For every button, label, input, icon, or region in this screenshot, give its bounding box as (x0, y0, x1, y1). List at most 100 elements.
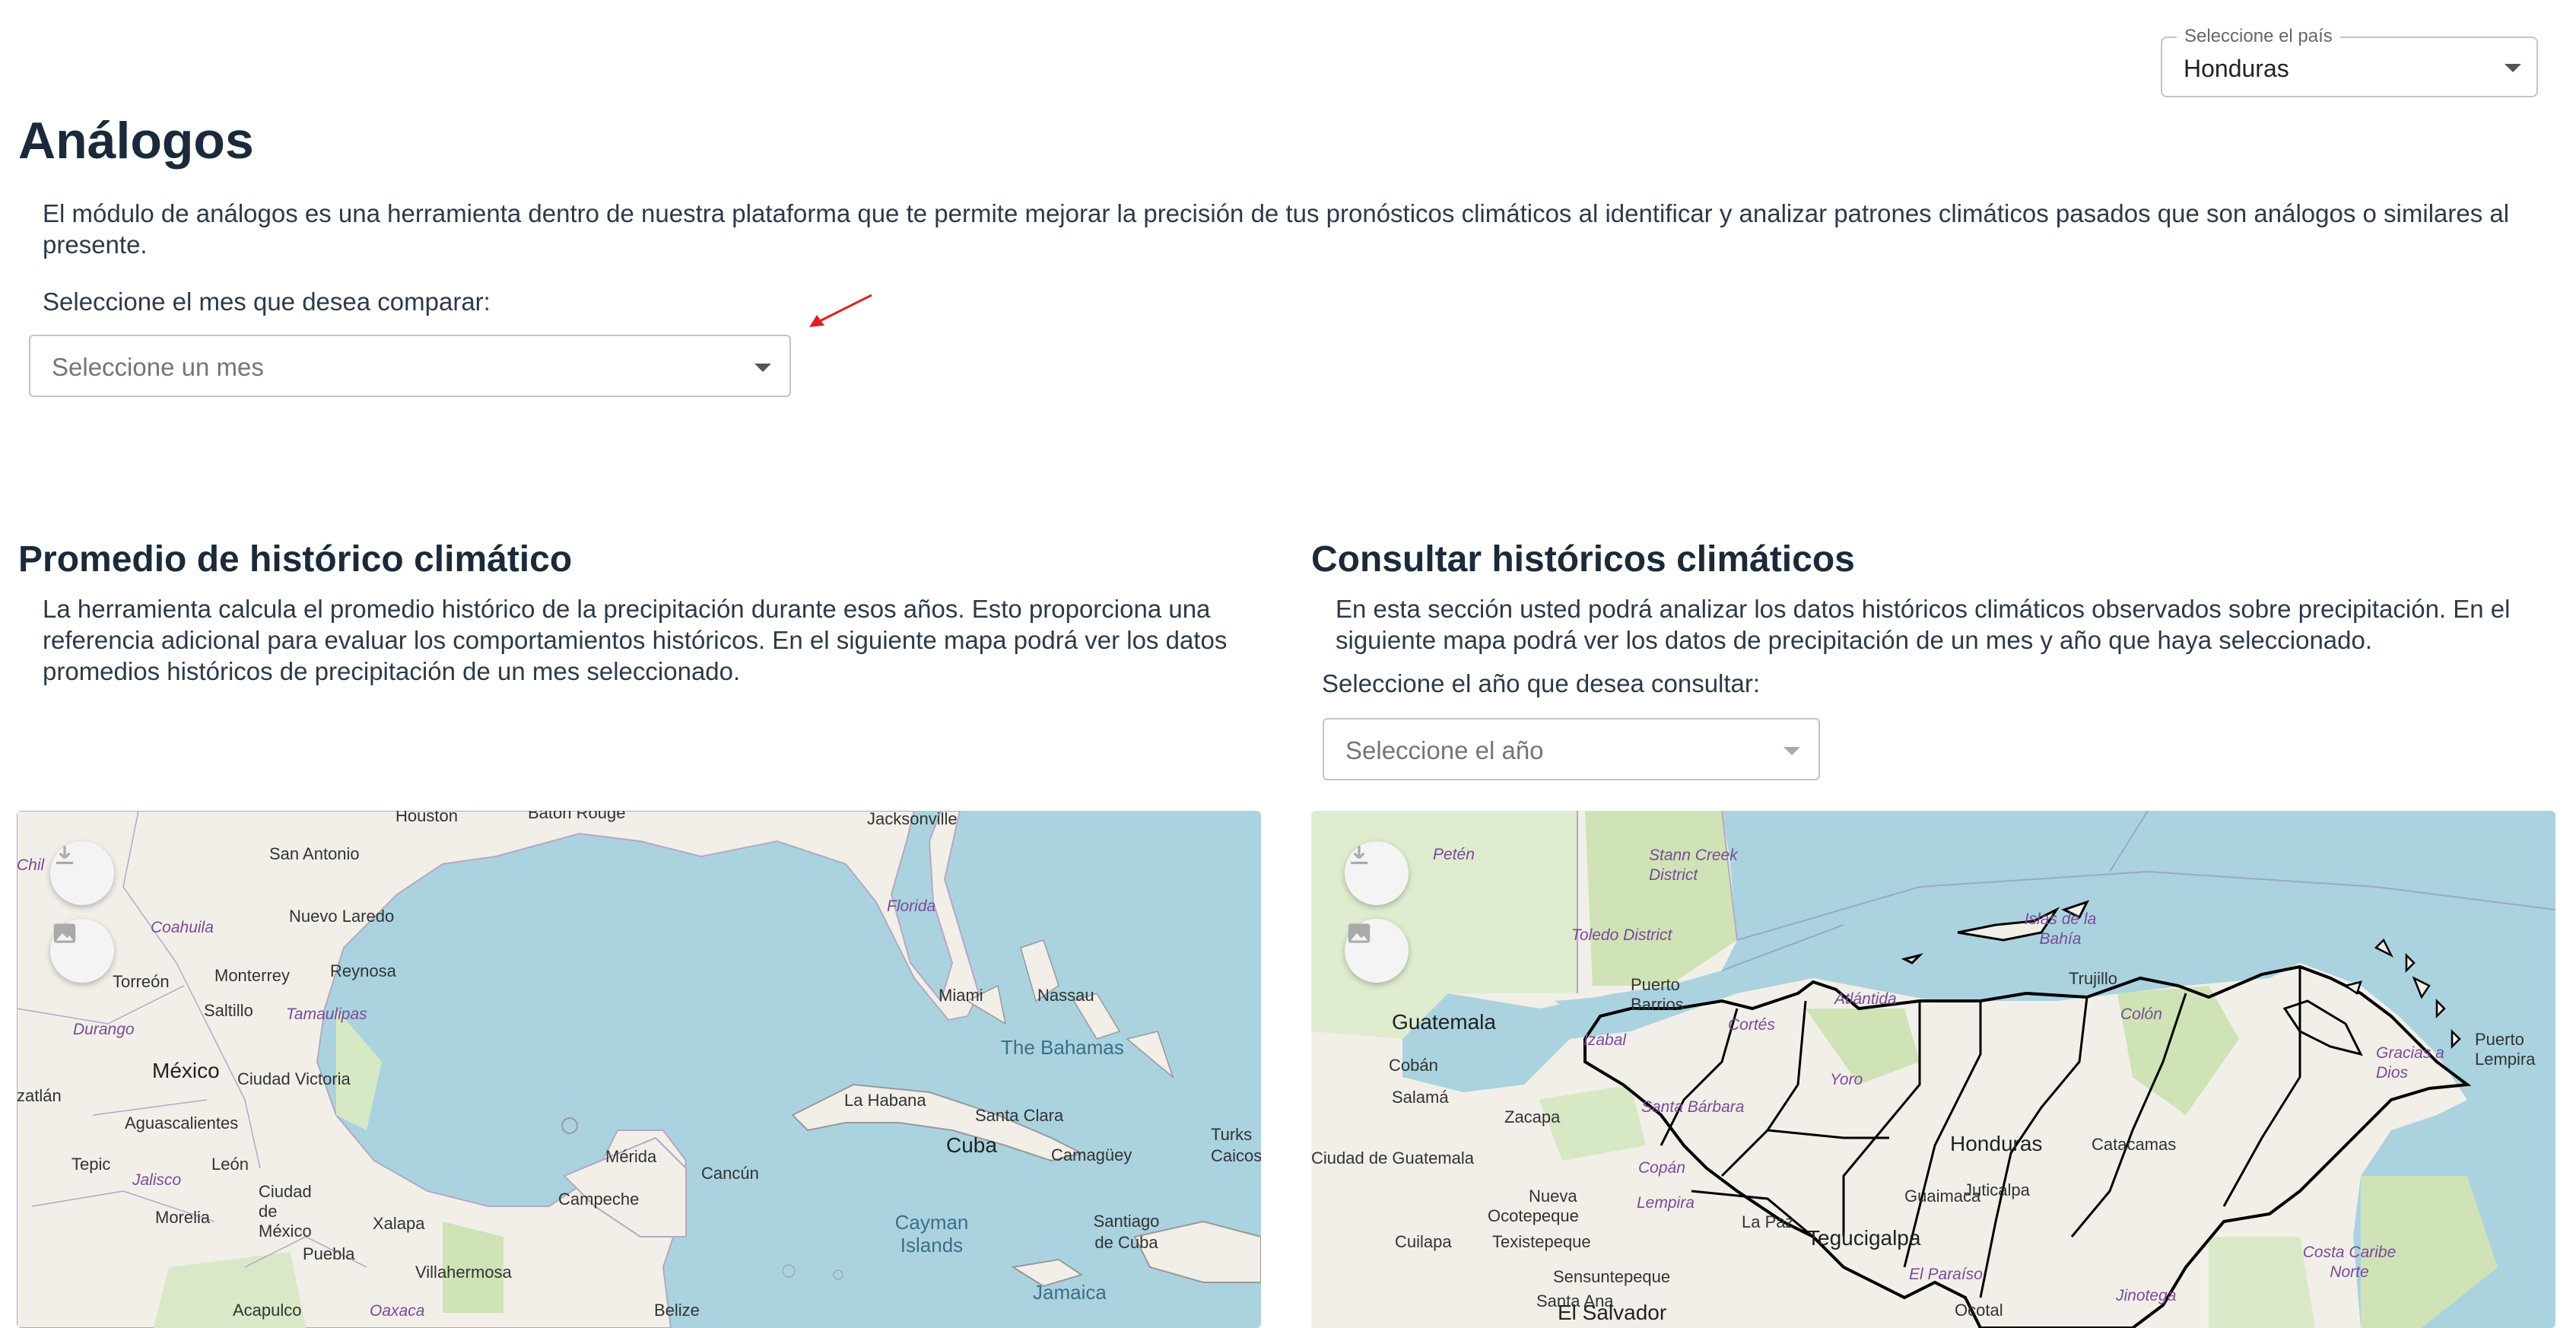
map-label: Ciudad de México (259, 1182, 312, 1241)
map-label: The Bahamas (1001, 1036, 1124, 1059)
month-select-label: Seleccione el mes que desea comparar: (43, 288, 491, 316)
map-label: Durango (73, 1021, 135, 1038)
map-label: Puerto Barrios (1631, 975, 1684, 1014)
map-label: Mérida (605, 1147, 657, 1166)
map-label: Ciudad de Guatemala (1311, 1148, 1475, 1168)
download-button[interactable] (50, 841, 114, 905)
map-label: Jamaica (1033, 1281, 1107, 1304)
image-icon (53, 923, 76, 943)
map-label: Catacamas (2092, 1135, 2177, 1154)
map-label: Tegucigalpa (1807, 1226, 1921, 1250)
map-label: Texistepeque (1492, 1232, 1591, 1251)
download-icon (1350, 846, 1368, 865)
map-label: Aguascalientes (125, 1114, 239, 1133)
map-label: Cortés (1728, 1016, 1775, 1034)
map-label: Islas de la Bahía (2024, 910, 2097, 948)
left-section-title: Promedio de histórico climático (18, 539, 573, 580)
left-section-description: La herramienta calcula el promedio histó… (43, 595, 1228, 685)
image-export-button[interactable] (1345, 919, 1409, 983)
map-label: Cobán (1389, 1056, 1438, 1075)
map-label: Guatemala (1392, 1010, 1496, 1034)
map-label: Copán (1638, 1159, 1685, 1177)
map-label: Florida (887, 898, 936, 915)
chevron-down-icon (1784, 747, 1800, 755)
month-select-placeholder: Seleccione un mes (52, 353, 264, 381)
map-label: Toledo District (1571, 926, 1672, 944)
map-label: Belize (654, 1301, 700, 1320)
map-label: Campeche (558, 1190, 640, 1209)
map-label: Morelia (155, 1208, 211, 1227)
map-label: Atlántida (1834, 990, 1897, 1008)
map-label: Jacksonville (867, 811, 958, 828)
image-icon (1348, 923, 1371, 943)
map-label: Coahuila (151, 919, 214, 936)
chevron-down-icon (2505, 64, 2521, 72)
map-label: Nueva (1529, 1187, 1577, 1206)
right-section-title: Consultar históricos climáticos (1311, 539, 1855, 580)
map-label: Santa Clara (975, 1106, 1064, 1125)
map-label: Lempira (1637, 1194, 1695, 1212)
map-label: La Habana (844, 1091, 926, 1110)
historical-average-map[interactable]: Houston Baton Rouge Jacksonville San Ant… (17, 811, 1261, 1328)
image-export-button[interactable] (50, 919, 114, 983)
country-select-legend: Seleccione el país (2177, 26, 2340, 47)
map-label: Ocotal (1955, 1301, 2003, 1320)
map-label: Gracias a Dios (2376, 1044, 2444, 1082)
map-label: Chil (17, 856, 45, 874)
year-select-placeholder: Seleccione el año (1345, 736, 1544, 764)
map-label: Cuilapa (1395, 1232, 1452, 1251)
chevron-down-icon (754, 364, 771, 372)
month-select[interactable]: Seleccione un mes (29, 335, 791, 397)
map-label: Cancún (701, 1164, 759, 1183)
map-label: Puerto Lempira (2475, 1030, 2536, 1069)
map-label: Trujillo (2069, 969, 2117, 988)
map-label: Monterrey (214, 966, 291, 985)
map-label: Baton Rouge (528, 811, 626, 822)
map-label: El Salvador (1558, 1301, 1667, 1324)
map-label: Nassau (1037, 986, 1094, 1005)
map-label: Yoro (1830, 1071, 1863, 1088)
right-section-description: En esta sección usted podrá analizar los… (1336, 595, 2511, 654)
map-label: Nuevo Laredo (289, 907, 395, 926)
map-label: Ciudad Victoria (237, 1069, 351, 1088)
map-label: México (152, 1059, 220, 1082)
map-label: Villahermosa (415, 1263, 512, 1282)
map-label: Miami (939, 986, 983, 1005)
map-label: Zacapa (1504, 1107, 1561, 1126)
map-label: Honduras (1950, 1132, 2043, 1155)
map-label: Cayman Islands (894, 1211, 969, 1257)
map-label: zatlán (17, 1086, 62, 1105)
page-description: El módulo de análogos es una herramienta… (43, 199, 2510, 259)
map-label: León (211, 1155, 249, 1174)
page-title: Análogos (18, 112, 254, 170)
map-label: Ocotepeque (1488, 1206, 1579, 1225)
historical-data-map[interactable]: Petén Stann Creek District Toledo Distri… (1311, 811, 2555, 1328)
year-select-label: Seleccione el año que desea consultar: (1322, 669, 1761, 697)
map-label: Turks Caicos (1211, 1125, 1261, 1165)
map-label: Petén (1433, 846, 1475, 863)
map-label: Costa Caribe Norte (2302, 1244, 2397, 1281)
country-select-value: Honduras (2184, 55, 2289, 82)
map-label: Santa Bárbara (1641, 1098, 1745, 1116)
map-label: San Antonio (269, 844, 360, 863)
map-label: Houston (395, 811, 458, 825)
map-label: Guaimaca (1904, 1187, 1981, 1206)
map-label: Tepic (71, 1155, 111, 1174)
map-label: Xalapa (373, 1214, 425, 1233)
map-label: Salamá (1392, 1088, 1449, 1107)
map-label: Stann Creek District (1649, 847, 1738, 884)
map-label: Camagüey (1051, 1145, 1132, 1164)
map-label: Reynosa (330, 961, 396, 980)
map-label: Acapulco (233, 1301, 302, 1320)
map-label: Oaxaca (370, 1302, 425, 1320)
download-button[interactable] (1345, 841, 1409, 905)
map-label: Cuba (946, 1133, 997, 1157)
map-label: Puebla (303, 1244, 355, 1263)
map-label: Santiago de Cuba (1093, 1212, 1160, 1252)
map-label: Izabal (1583, 1031, 1627, 1049)
year-select[interactable]: Seleccione el año (1323, 718, 1820, 780)
map-label: Torreón (113, 972, 170, 991)
download-icon (56, 846, 74, 865)
map-label: Jinotega (2116, 1287, 2177, 1304)
map-label: Sensuntepeque (1553, 1267, 1671, 1286)
